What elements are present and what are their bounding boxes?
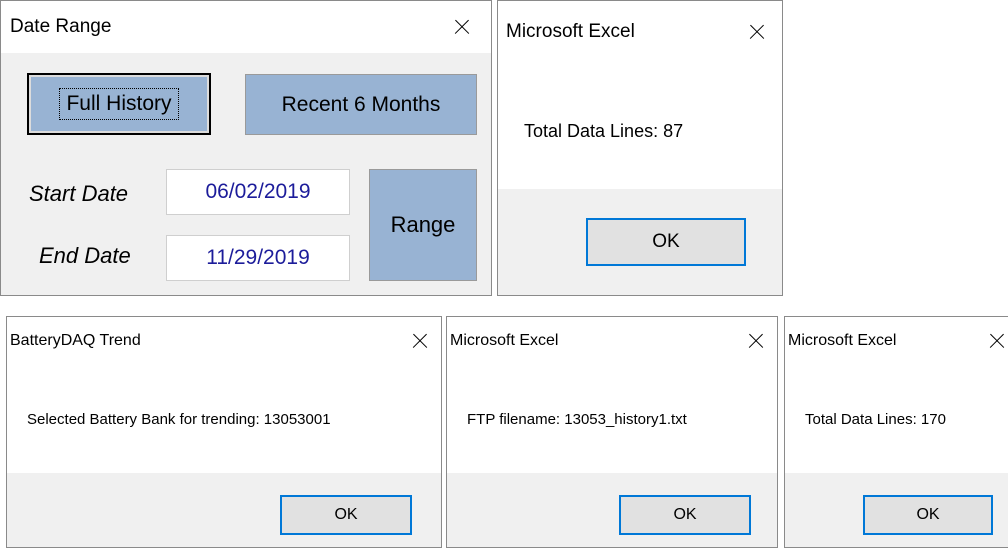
- ok-button[interactable]: OK: [586, 218, 746, 266]
- close-icon[interactable]: [750, 25, 764, 39]
- close-icon[interactable]: [990, 334, 1004, 348]
- dialog-title: BatteryDAQ Trend: [10, 332, 141, 349]
- battery-trend-dialog: BatteryDAQ Trend Selected Battery Bank f…: [6, 316, 442, 548]
- date-range-body: Full History Recent 6 Months Start Date …: [1, 53, 491, 295]
- message-text: FTP filename: 13053_history1.txt: [467, 411, 687, 428]
- end-date-value: 11/29/2019: [206, 246, 310, 269]
- close-icon[interactable]: [455, 20, 469, 34]
- date-range-dialog: Date Range Full History Recent 6 Months …: [0, 0, 492, 296]
- message-text: Selected Battery Bank for trending: 1305…: [27, 411, 331, 428]
- start-date-field[interactable]: 06/02/2019: [166, 169, 350, 215]
- range-label: Range: [390, 212, 456, 237]
- ok-button[interactable]: OK: [863, 495, 993, 535]
- excel-titlebar: Microsoft Excel: [498, 1, 782, 63]
- dialog-title: Date Range: [10, 16, 112, 37]
- excel-total-lines-dialog: Microsoft Excel Total Data Lines: 87 OK: [497, 0, 783, 296]
- range-button[interactable]: Range: [369, 169, 477, 281]
- full-history-button[interactable]: Full History: [27, 73, 211, 135]
- ok-label: OK: [652, 231, 680, 252]
- dialog-title: Microsoft Excel: [788, 332, 897, 349]
- excel-total-lines-dialog-2: Microsoft Excel Total Data Lines: 170 OK: [784, 316, 1008, 548]
- start-date-value: 06/02/2019: [205, 180, 311, 203]
- button-footer: OK: [7, 473, 441, 547]
- recent-6-months-label: Recent 6 Months: [281, 92, 441, 116]
- ok-label: OK: [673, 506, 697, 523]
- end-date-label: End Date: [39, 243, 131, 268]
- excel-ftp-dialog: Microsoft Excel FTP filename: 13053_hist…: [446, 316, 778, 548]
- button-footer: OK: [447, 473, 777, 547]
- message-text: Total Data Lines: 170: [805, 411, 946, 428]
- full-history-label: Full History: [59, 88, 179, 120]
- excel-titlebar: Microsoft Excel: [447, 317, 777, 365]
- end-date-field[interactable]: 11/29/2019: [166, 235, 350, 281]
- ok-label: OK: [916, 506, 940, 523]
- battery-trend-titlebar: BatteryDAQ Trend: [7, 317, 441, 365]
- ok-button[interactable]: OK: [280, 495, 412, 535]
- button-footer: OK: [785, 473, 1008, 547]
- excel-titlebar: Microsoft Excel: [785, 317, 1008, 365]
- ok-label: OK: [334, 506, 358, 523]
- date-range-titlebar: Date Range: [1, 1, 491, 53]
- recent-6-months-button[interactable]: Recent 6 Months: [245, 74, 477, 135]
- button-footer: OK: [498, 189, 782, 295]
- dialog-title: Microsoft Excel: [506, 21, 635, 42]
- start-date-label: Start Date: [29, 181, 129, 206]
- message-text: Total Data Lines: 87: [524, 121, 684, 141]
- ok-button[interactable]: OK: [619, 495, 751, 535]
- close-icon[interactable]: [413, 334, 427, 348]
- dialog-title: Microsoft Excel: [450, 332, 559, 349]
- close-icon[interactable]: [749, 334, 763, 348]
